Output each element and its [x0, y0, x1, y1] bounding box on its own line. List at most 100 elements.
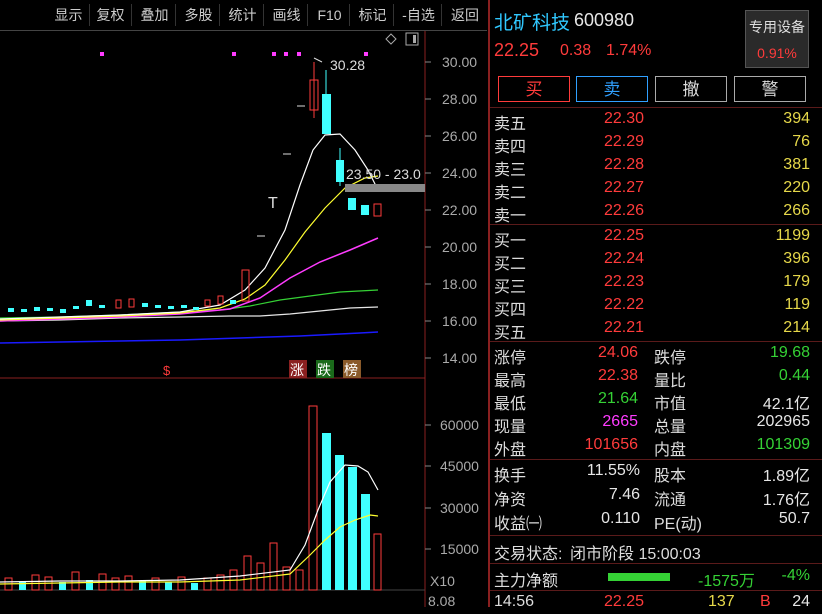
ask-price: 22.27 [604, 179, 645, 196]
share-capital-value: 1.89亿 [762, 468, 810, 485]
stat-row: 涨停 24.06 跌停 19.68 [490, 342, 822, 367]
toolbar-f10-button[interactable]: F10 [310, 4, 350, 26]
buy-button[interactable]: 买 [498, 76, 570, 102]
ask-volume: 266 [783, 202, 810, 219]
toolbar-multistock-button[interactable]: 多股 [178, 4, 220, 26]
price-axis-label: 30.00 [442, 54, 477, 70]
volume-axis-label: 15000 [440, 541, 479, 557]
total-volume-value: 202965 [756, 413, 810, 430]
main-flow-value: -1575万 [698, 573, 755, 590]
toolbar-watchlist-button[interactable]: -自选 [396, 4, 442, 26]
turnover-value: 11.55% [586, 462, 640, 479]
toolbar-mark-button[interactable]: 标记 [352, 4, 394, 26]
limit-down-value: 19.68 [769, 344, 810, 361]
volume-axis-label: 45000 [440, 458, 479, 474]
toolbar-draw-button[interactable]: 画线 [266, 4, 308, 26]
main-flow-pct: -4% [781, 567, 810, 584]
stat-label: 净资 [494, 492, 527, 509]
kline-chart[interactable]: 30.00 28.00 26.00 24.00 22.00 20.00 18.0… [0, 31, 487, 607]
bid-volume: 214 [783, 319, 810, 336]
ask-label: 卖一 [494, 208, 527, 225]
price-change: 0.38 [560, 42, 592, 59]
sell-button[interactable]: 卖 [576, 76, 648, 102]
toolbar-adjust-button[interactable]: 复权 [90, 4, 132, 26]
toolbar-overlay-button[interactable]: 叠加 [134, 4, 176, 26]
bid-volume: 1199 [775, 227, 810, 244]
bid-price: 22.24 [604, 250, 645, 267]
outer-volume-value: 101656 [584, 436, 638, 453]
limit-up-badge-label: 涨 [290, 363, 304, 379]
ask-row-4[interactable]: 卖四 22.29 76 [490, 131, 822, 156]
fundamental-row: 换手 11.55% 股本 1.89亿 [490, 460, 822, 485]
bid-row-5[interactable]: 买五 22.21 214 [490, 317, 822, 342]
ask-volume: 381 [783, 156, 810, 173]
price-axis-label: 16.00 [442, 313, 477, 329]
ask-price: 22.30 [604, 110, 645, 127]
dollar-marker[interactable]: $ [163, 363, 171, 378]
main-flow-label: 主力净额 [494, 573, 559, 590]
ask-price: 22.29 [604, 133, 645, 150]
volume-unit-label: X10 [430, 573, 455, 589]
trade-status-value: 闭市阶段 15:00:03 [570, 546, 701, 563]
stat-row: 最低 21.64 市值 42.1亿 [490, 388, 822, 413]
stat-label: 股本 [654, 468, 687, 485]
price-change-pct: 1.74% [606, 42, 652, 59]
limit-down-badge-label: 跌 [317, 363, 331, 379]
price-axis-label: 26.00 [442, 128, 477, 144]
fundamental-row: 收益㈠ 0.110 PE(动) 50.7 [490, 508, 822, 533]
toolbar-stats-button[interactable]: 统计 [222, 4, 264, 26]
bid-row-3[interactable]: 买三 22.23 179 [490, 271, 822, 296]
bottom-value-label: 8.08 [428, 593, 455, 607]
tick-count: 24 [792, 593, 810, 610]
current-price: 22.25 [494, 40, 540, 60]
stat-label: 换手 [494, 468, 527, 485]
bid-volume: 396 [783, 250, 810, 267]
limit-up-value: 24.06 [597, 344, 638, 361]
inner-volume-value: 101309 [756, 436, 810, 453]
ask-row-1[interactable]: 卖一 22.26 266 [490, 200, 822, 225]
high-price-label: 30.28 [330, 57, 365, 73]
bid-row-4[interactable]: 买四 22.22 119 [490, 294, 822, 319]
bid-price: 22.23 [604, 273, 645, 290]
sector-pct: 0.91% [757, 45, 797, 61]
tick-time: 14:56 [494, 593, 535, 610]
bid-volume: 119 [784, 296, 810, 313]
ask-price: 22.26 [604, 202, 645, 219]
fundamental-row: 净资 7.46 流通 1.76亿 [490, 484, 822, 509]
stat-row: 最高 22.38 量比 0.44 [490, 365, 822, 390]
volume-ratio-value: 0.44 [778, 367, 810, 384]
bid-row-2[interactable]: 买二 22.24 396 [490, 248, 822, 273]
main-flow-row[interactable]: 主力净额 -1575万 -4% [490, 565, 822, 590]
ranking-badge-label: 榜 [344, 362, 358, 379]
ask-row-3[interactable]: 卖三 22.28 381 [490, 154, 822, 179]
current-volume-value: 2665 [602, 413, 638, 430]
toolbar-display-button[interactable]: 显示 [48, 4, 90, 26]
price-axis-label: 14.00 [442, 350, 477, 366]
sector-box[interactable]: 专用设备 0.91% [745, 10, 809, 68]
sector-label: 专用设备 [749, 19, 805, 35]
tick-row: 14:56 22.25 137 B 24 [490, 591, 822, 614]
bid-row-1[interactable]: 买一 22.25 1199 [490, 225, 822, 250]
bid-price: 22.21 [604, 319, 645, 336]
bid-label: 买五 [494, 325, 527, 342]
stat-label: 收益㈠ [494, 516, 543, 533]
toolbar-back-button[interactable]: 返回 [444, 4, 486, 26]
volume-axis-label: 60000 [440, 417, 479, 433]
bid-price: 22.22 [604, 296, 645, 313]
t-marker: T [268, 195, 278, 212]
high-value: 22.38 [597, 367, 638, 384]
volume-axis-label: 30000 [440, 500, 479, 516]
diamond-icon[interactable] [385, 33, 397, 45]
stat-label: PE(动) [654, 516, 703, 533]
price-axis-label: 22.00 [442, 202, 477, 218]
ask-row-5[interactable]: 卖五 22.30 394 [490, 108, 822, 133]
stock-code: 600980 [574, 10, 635, 30]
ask-volume: 220 [783, 179, 810, 196]
price-axis-label: 18.00 [442, 276, 477, 292]
ask-row-2[interactable]: 卖二 22.27 220 [490, 177, 822, 202]
cancel-order-button[interactable]: 撤 [655, 76, 727, 102]
alert-button[interactable]: 警 [734, 76, 806, 102]
panel-toggle-icon[interactable] [405, 32, 419, 46]
bid-price: 22.25 [604, 227, 645, 244]
trade-status-row: 交易状态: 闭市阶段 15:00:03 [490, 538, 822, 563]
